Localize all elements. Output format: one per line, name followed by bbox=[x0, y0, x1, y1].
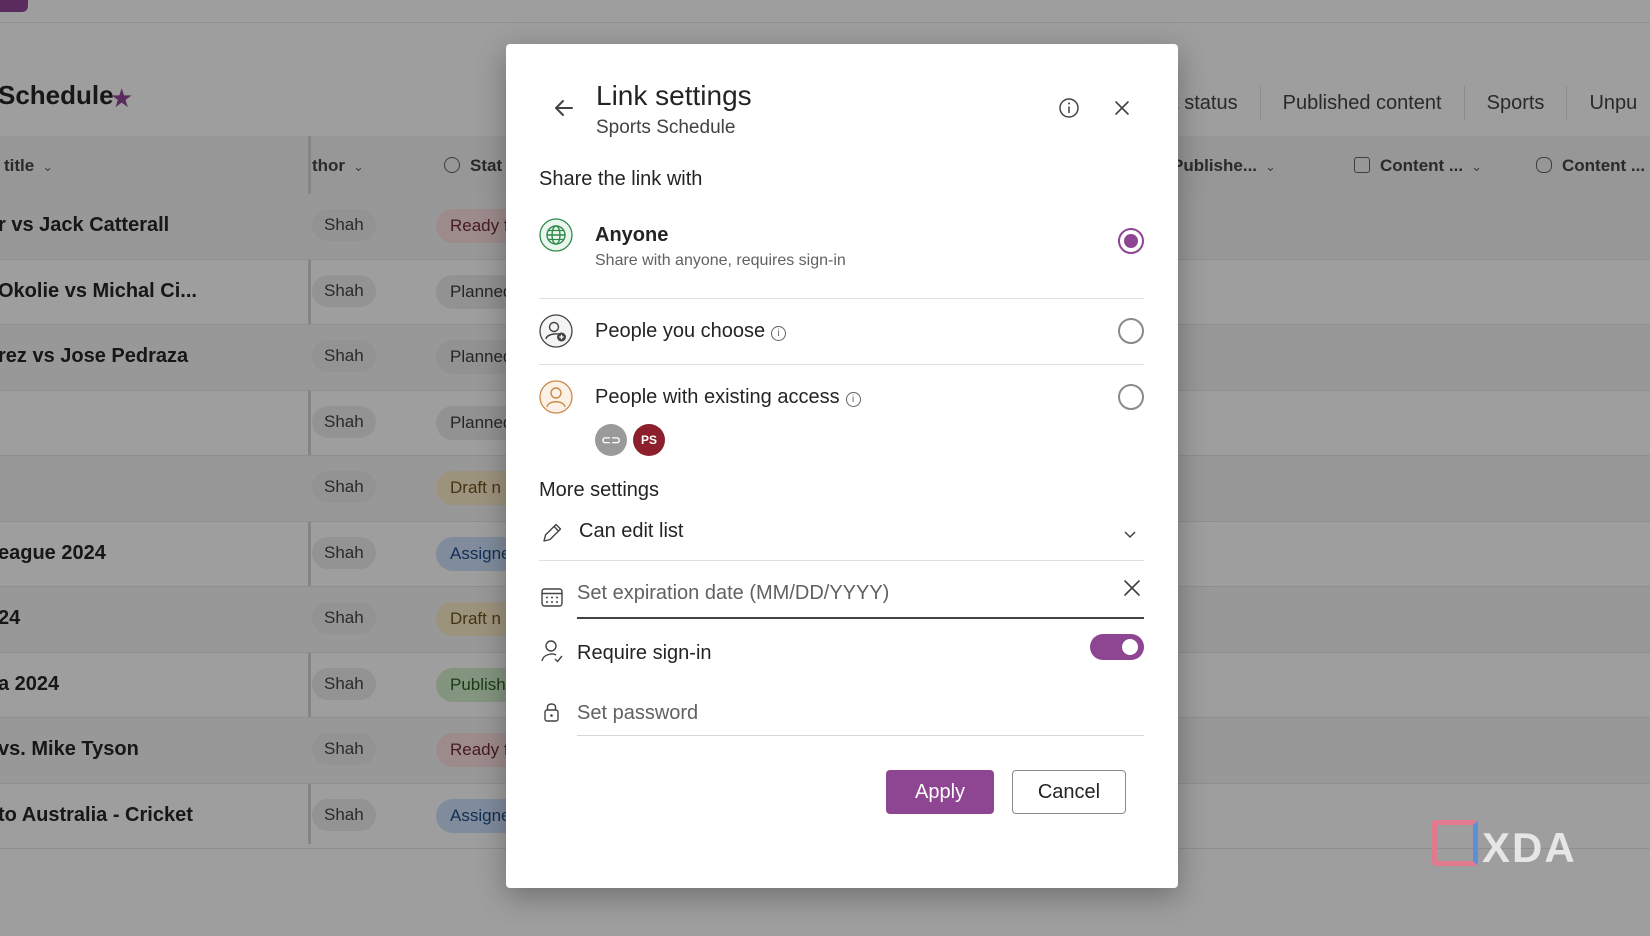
expiration-date-field[interactable]: Set expiration date (MM/DD/YYYY) bbox=[539, 574, 1144, 619]
pencil-icon bbox=[543, 523, 562, 542]
permission-value: Can edit list bbox=[579, 520, 684, 542]
more-settings-label: More settings bbox=[539, 479, 660, 501]
info-icon[interactable]: i bbox=[771, 326, 787, 341]
globe-icon bbox=[539, 218, 573, 252]
xda-watermark: XDA bbox=[1432, 820, 1577, 872]
dialog-subtitle: Sports Schedule bbox=[596, 117, 736, 138]
person-check-icon bbox=[541, 640, 563, 663]
person-icon bbox=[539, 380, 573, 414]
expiration-placeholder: Set expiration date (MM/DD/YYYY) bbox=[577, 582, 890, 604]
arrow-left-icon[interactable] bbox=[548, 92, 580, 124]
password-placeholder: Set password bbox=[577, 702, 699, 724]
link-icon: ⊂⊃ bbox=[595, 424, 627, 456]
calendar-icon bbox=[541, 588, 563, 607]
input-underline bbox=[577, 735, 1144, 736]
require-signin-row: Require sign-in bbox=[539, 634, 1144, 674]
cancel-button[interactable]: Cancel bbox=[1012, 770, 1126, 814]
option-label: People you choose i bbox=[595, 320, 787, 343]
apply-button[interactable]: Apply bbox=[886, 770, 994, 814]
require-signin-label: Require sign-in bbox=[577, 642, 712, 664]
option-label-text: People you choose bbox=[595, 320, 766, 342]
option-label: People with existing access i bbox=[595, 386, 861, 409]
input-underline bbox=[577, 617, 1144, 619]
permission-dropdown[interactable]: Can edit list bbox=[539, 518, 1144, 560]
require-signin-toggle[interactable] bbox=[1090, 634, 1144, 660]
person-add-icon bbox=[539, 314, 573, 348]
option-label: Anyone bbox=[595, 224, 669, 246]
share-section-label: Share the link with bbox=[539, 168, 703, 190]
share-option-people-you-choose[interactable]: People you choose i bbox=[539, 314, 1144, 364]
info-icon[interactable]: i bbox=[845, 392, 861, 407]
access-avatars: ⊂⊃ PS bbox=[595, 424, 665, 456]
radio-existing-access[interactable] bbox=[1118, 384, 1144, 410]
share-option-anyone[interactable]: Anyone Share with anyone, requires sign-… bbox=[539, 218, 1144, 288]
chevron-down-icon bbox=[1124, 531, 1136, 539]
dialog-title: Link settings bbox=[596, 80, 752, 111]
close-icon[interactable] bbox=[1110, 96, 1134, 120]
radio-people-you-choose[interactable] bbox=[1118, 318, 1144, 344]
avatar: PS bbox=[633, 424, 665, 456]
radio-anyone[interactable] bbox=[1118, 228, 1144, 254]
info-icon[interactable] bbox=[1057, 96, 1081, 120]
divider bbox=[539, 298, 1144, 299]
divider bbox=[539, 560, 1144, 561]
lock-icon bbox=[544, 703, 559, 722]
share-option-existing-access[interactable]: People with existing access i ⊂⊃ PS bbox=[539, 380, 1144, 470]
password-field[interactable]: Set password bbox=[539, 694, 1144, 740]
xda-logo-icon bbox=[1432, 820, 1478, 866]
link-settings-dialog: Link settings Sports Schedule Share the … bbox=[506, 44, 1178, 888]
clear-icon[interactable] bbox=[1122, 578, 1142, 598]
option-label-text: People with existing access bbox=[595, 386, 840, 408]
divider bbox=[539, 364, 1144, 365]
watermark-text: XDA bbox=[1482, 824, 1577, 871]
option-description: Share with anyone, requires sign-in bbox=[595, 252, 846, 269]
